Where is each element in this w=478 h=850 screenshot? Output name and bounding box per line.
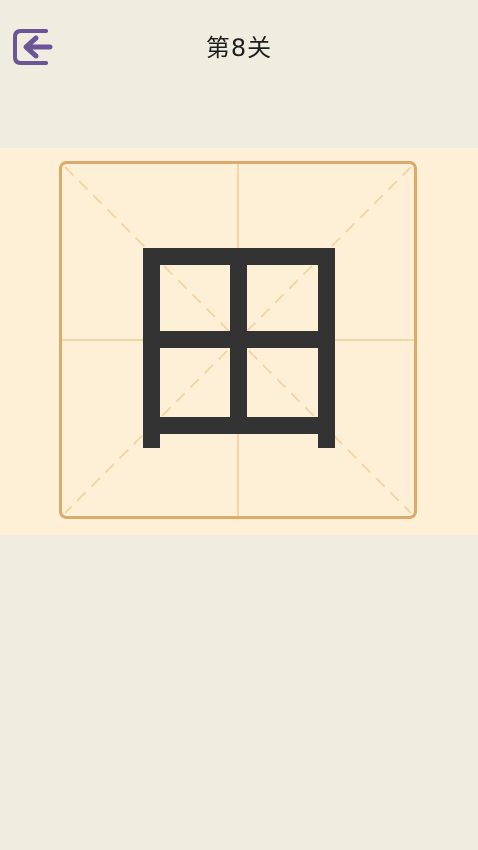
character-glyph[interactable]: 田 xyxy=(59,161,417,519)
stroke-bottom-horizontal[interactable] xyxy=(143,417,335,434)
game-screen: 第8关 田 xyxy=(0,0,478,850)
level-title: 第8关 xyxy=(205,34,273,62)
stroke-middle-horizontal[interactable] xyxy=(143,331,335,348)
header-bar: 第8关 xyxy=(0,0,478,90)
